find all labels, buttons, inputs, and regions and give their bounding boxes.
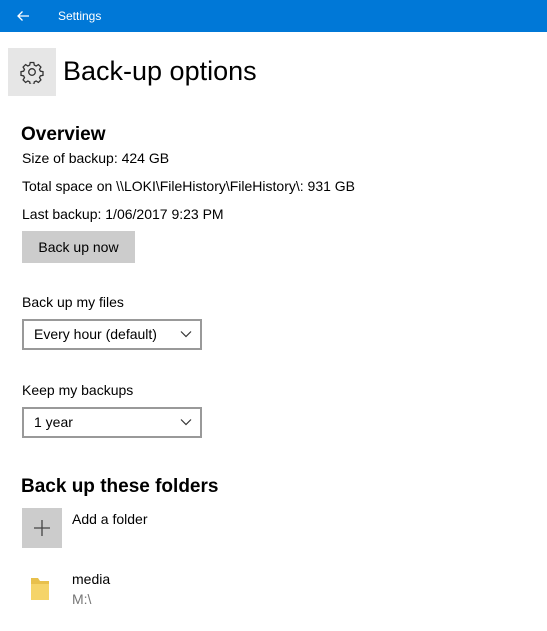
total-space-text: Total space on \\LOKI\FileHistory\FileHi…	[22, 178, 356, 194]
back-arrow-icon	[17, 11, 29, 21]
chevron-down-icon	[180, 331, 192, 338]
folder-icon	[31, 578, 49, 600]
folder-path: M:\	[72, 591, 92, 607]
back-up-now-button[interactable]: Back up now	[22, 231, 135, 263]
backup-frequency-value: Every hour (default)	[34, 326, 157, 342]
folder-item-media[interactable]: media M:\	[22, 566, 222, 610]
last-backup-text: Last backup: 1/06/2017 9:23 PM	[22, 206, 224, 222]
settings-gear-icon	[8, 48, 56, 96]
keep-backups-label: Keep my backups	[22, 382, 134, 398]
page-title: Back-up options	[63, 56, 257, 86]
chevron-down-icon	[180, 419, 192, 426]
backup-frequency-dropdown[interactable]: Every hour (default)	[22, 319, 202, 350]
plus-icon	[34, 520, 50, 536]
folder-name: media	[72, 571, 111, 587]
add-folder-label[interactable]: Add a folder	[72, 511, 148, 527]
keep-backups-value: 1 year	[34, 414, 73, 430]
keep-backups-dropdown[interactable]: 1 year	[22, 407, 202, 438]
back-button[interactable]	[0, 0, 46, 32]
backup-frequency-label: Back up my files	[22, 294, 124, 310]
backup-size-text: Size of backup: 424 GB	[22, 150, 170, 166]
app-title: Settings	[58, 9, 102, 23]
title-bar: Settings	[0, 0, 547, 32]
overview-heading: Overview	[21, 124, 106, 145]
add-folder-button[interactable]	[22, 508, 62, 548]
folders-heading: Back up these folders	[21, 476, 219, 497]
